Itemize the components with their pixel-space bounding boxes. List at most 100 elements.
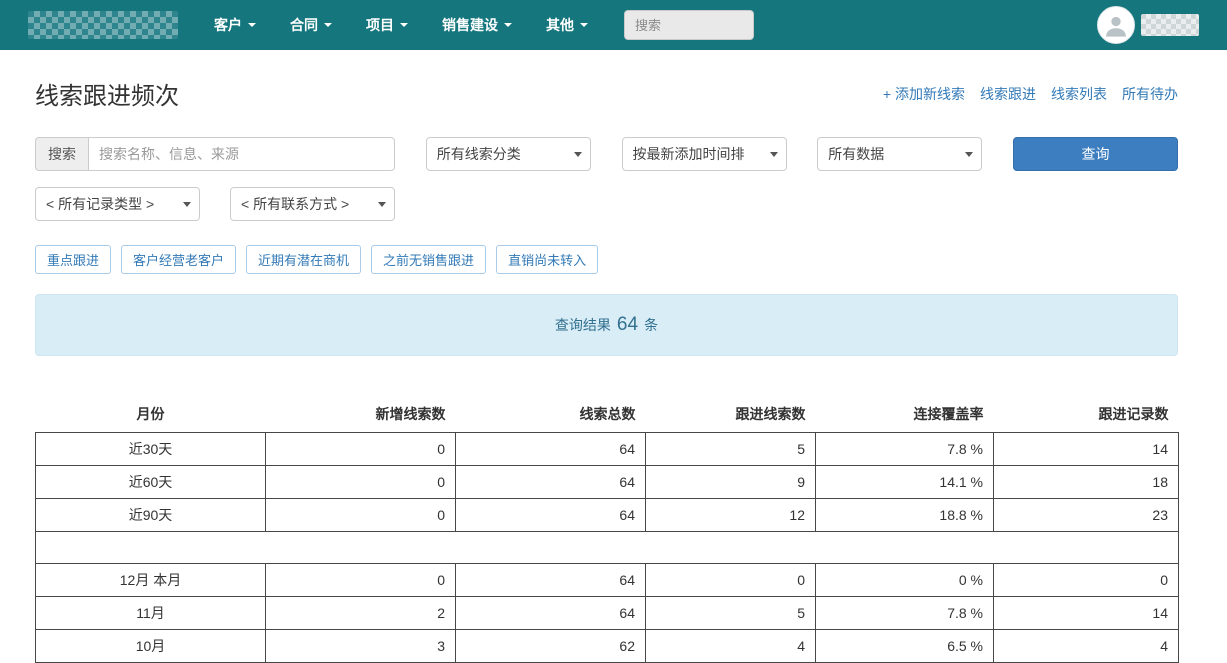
menu-item-sales-building[interactable]: 销售建设 [442, 15, 512, 35]
select-value: 所有数据 [828, 144, 961, 164]
table-row: 近30天 0 64 5 7.8 % 14 [36, 433, 1179, 466]
result-suffix: 条 [644, 315, 658, 335]
table-cell: 5 [646, 597, 816, 630]
lead-search-input[interactable] [88, 137, 395, 171]
table-cell: 0 % [816, 564, 994, 597]
table-cell: 7.8 % [816, 433, 994, 466]
result-banner: 查询结果 64 条 [35, 294, 1178, 356]
row-label-cell: 近30天 [36, 433, 266, 466]
main-menu: 客户 合同 项目 销售建设 其他 [214, 15, 588, 35]
main-content: 线索跟进频次 + 添加新线索 线索跟进 线索列表 所有待办 搜索 所有线索分类 … [0, 76, 1227, 663]
row-label-cell: 12月 本月 [36, 564, 266, 597]
chevron-down-icon [770, 152, 778, 157]
menu-item-customers[interactable]: 客户 [214, 15, 256, 35]
query-button[interactable]: 查询 [1013, 137, 1178, 171]
avatar[interactable] [1097, 6, 1135, 44]
table-cell: 14 [994, 433, 1179, 466]
table-cell: 5 [646, 433, 816, 466]
table-body: 近30天 0 64 5 7.8 % 14 近60天 0 64 9 14.1 % … [36, 433, 1179, 663]
user-name-redacted[interactable] [1141, 14, 1199, 36]
menu-item-label: 合同 [290, 15, 318, 35]
table-cell: 7.8 % [816, 597, 994, 630]
table-row: 近60天 0 64 9 14.1 % 18 [36, 466, 1179, 499]
sort-order-select[interactable]: 按最新添加时间排 [622, 137, 787, 171]
table-cell: 9 [646, 466, 816, 499]
table-cell: 62 [456, 630, 646, 663]
contact-method-select[interactable]: < 所有联系方式 > [230, 187, 395, 221]
menu-item-label: 客户 [214, 15, 242, 35]
chevron-down-icon [965, 152, 973, 157]
user-icon [1102, 11, 1130, 39]
page-action-links: + 添加新线索 线索跟进 线索列表 所有待办 [883, 84, 1178, 104]
table-cell: 64 [456, 466, 646, 499]
table-cell: 64 [456, 564, 646, 597]
menu-item-contracts[interactable]: 合同 [290, 15, 332, 35]
table-cell: 0 [266, 564, 456, 597]
tag-key-followup[interactable]: 重点跟进 [35, 245, 111, 274]
navbar-search-input[interactable] [624, 10, 754, 40]
menu-item-label: 其他 [546, 15, 574, 35]
row-label-cell: 近90天 [36, 499, 266, 532]
spacer-cell [36, 532, 1179, 564]
page-header: 线索跟进频次 + 添加新线索 线索跟进 线索列表 所有待办 [35, 76, 1178, 111]
tag-direct-not-transferred[interactable]: 直销尚未转入 [496, 245, 598, 274]
table-cell: 0 [266, 499, 456, 532]
row-label-cell: 10月 [36, 630, 266, 663]
table-spacer-row [36, 532, 1179, 564]
quick-tags-row: 重点跟进 客户经营老客户 近期有潜在商机 之前无销售跟进 直销尚未转入 [35, 245, 1178, 274]
table-cell: 0 [646, 564, 816, 597]
table-cell: 64 [456, 597, 646, 630]
data-scope-select[interactable]: 所有数据 [817, 137, 982, 171]
menu-item-projects[interactable]: 项目 [366, 15, 408, 35]
result-prefix: 查询结果 [555, 315, 611, 335]
table-row: 近90天 0 64 12 18.8 % 23 [36, 499, 1179, 532]
chevron-down-icon [504, 23, 512, 27]
menu-item-label: 项目 [366, 15, 394, 35]
chevron-down-icon [324, 23, 332, 27]
lead-followup-link[interactable]: 线索跟进 [980, 84, 1036, 104]
menu-item-others[interactable]: 其他 [546, 15, 588, 35]
table-row: 11月 2 64 5 7.8 % 14 [36, 597, 1179, 630]
table-cell: 64 [456, 499, 646, 532]
select-value: 所有线索分类 [437, 144, 570, 164]
col-month: 月份 [36, 396, 266, 433]
app-logo-redacted[interactable] [28, 11, 178, 39]
tag-recent-opportunity[interactable]: 近期有潜在商机 [246, 245, 361, 274]
search-addon-label: 搜索 [35, 137, 88, 171]
table-cell: 4 [994, 630, 1179, 663]
record-type-select[interactable]: < 所有记录类型 > [35, 187, 200, 221]
table-cell: 2 [266, 597, 456, 630]
table-cell: 6.5 % [816, 630, 994, 663]
navbar-user-area [1097, 6, 1199, 44]
table-cell: 14.1 % [816, 466, 994, 499]
col-followup-records: 跟进记录数 [994, 396, 1179, 433]
menu-item-label: 销售建设 [442, 15, 498, 35]
select-value: < 所有联系方式 > [241, 194, 374, 214]
filter-row-1: 搜索 所有线索分类 按最新添加时间排 所有数据 查询 [35, 137, 1178, 171]
table-cell: 4 [646, 630, 816, 663]
result-count: 64 [617, 314, 638, 336]
table-cell: 18.8 % [816, 499, 994, 532]
add-new-lead-link[interactable]: + 添加新线索 [883, 84, 965, 104]
table-row: 10月 3 62 4 6.5 % 4 [36, 630, 1179, 663]
table-cell: 23 [994, 499, 1179, 532]
table-cell: 0 [994, 564, 1179, 597]
tag-no-sales-followup[interactable]: 之前无销售跟进 [371, 245, 486, 274]
row-label-cell: 11月 [36, 597, 266, 630]
tag-old-customers[interactable]: 客户经营老客户 [121, 245, 236, 274]
select-value: 按最新添加时间排 [633, 144, 766, 164]
lead-list-link[interactable]: 线索列表 [1051, 84, 1107, 104]
row-label-cell: 近60天 [36, 466, 266, 499]
lead-search-group: 搜索 [35, 137, 395, 171]
table-cell: 14 [994, 597, 1179, 630]
table-cell: 18 [994, 466, 1179, 499]
filter-row-2: < 所有记录类型 > < 所有联系方式 > [35, 187, 1178, 221]
navbar: 客户 合同 项目 销售建设 其他 [0, 0, 1227, 50]
lead-category-select[interactable]: 所有线索分类 [426, 137, 591, 171]
page-title: 线索跟进频次 [35, 76, 179, 111]
col-new-leads: 新增线索数 [266, 396, 456, 433]
chevron-down-icon [378, 202, 386, 207]
chevron-down-icon [574, 152, 582, 157]
chevron-down-icon [183, 202, 191, 207]
all-todos-link[interactable]: 所有待办 [1122, 84, 1178, 104]
